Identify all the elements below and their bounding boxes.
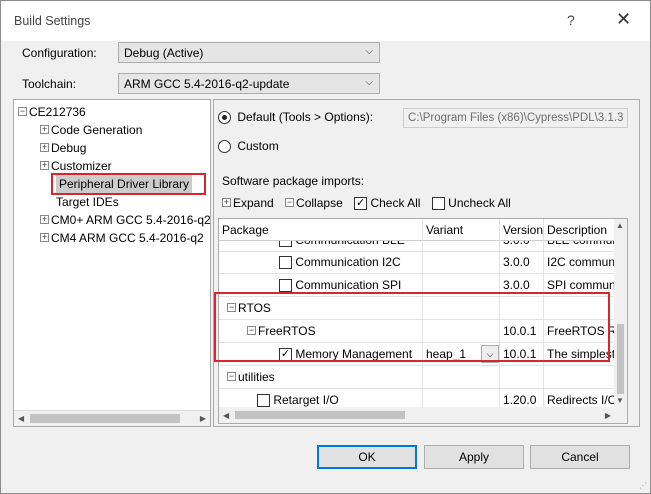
- expand-all-icon: +: [222, 197, 231, 208]
- window-title: Build Settings: [14, 14, 91, 28]
- toolchain-value: ARM GCC 5.4-2016-q2-update: [124, 77, 290, 91]
- scroll-down-icon[interactable]: ▼: [616, 396, 624, 405]
- highlight-box-rtos: [214, 292, 610, 362]
- chevron-down-icon: ⌵: [365, 77, 373, 88]
- resize-grip-icon[interactable]: ⋰: [639, 481, 647, 490]
- tree-item-code-generation[interactable]: + Code Generation: [40, 121, 142, 139]
- check-all-button[interactable]: ✓ Check All: [354, 196, 420, 211]
- scroll-thumb[interactable]: [30, 414, 180, 423]
- chevron-down-icon: ⌵: [365, 46, 373, 57]
- checked-icon: ✓: [354, 197, 368, 211]
- custom-option[interactable]: Custom: [218, 139, 279, 154]
- collapse-icon[interactable]: −: [18, 107, 27, 117]
- collapse-icon[interactable]: −: [227, 372, 236, 382]
- scroll-right-icon[interactable]: ▶: [200, 414, 206, 423]
- default-radio[interactable]: [218, 111, 231, 125]
- build-settings-window: Build Settings ? ✕ Configuration: Debug …: [0, 0, 651, 494]
- expand-button[interactable]: + Expand: [222, 196, 274, 210]
- pdl-settings-panel: Default (Tools > Options): C:\Program Fi…: [213, 99, 640, 427]
- uncheck-all-button[interactable]: Uncheck All: [431, 196, 511, 211]
- expand-icon[interactable]: +: [40, 215, 49, 225]
- table-row-utilities[interactable]: − utilities: [219, 366, 617, 389]
- close-icon[interactable]: ✕: [616, 9, 631, 30]
- expand-icon[interactable]: +: [40, 143, 49, 153]
- configuration-label: Configuration:: [22, 46, 97, 60]
- apply-button[interactable]: Apply: [424, 445, 524, 469]
- highlight-box-pdl: [51, 173, 206, 195]
- tree-item-cm4[interactable]: + CM4 ARM GCC 5.4-2016-q2: [40, 229, 204, 247]
- collapse-button[interactable]: − Collapse: [285, 196, 343, 210]
- title-bar: Build Settings ? ✕: [1, 1, 650, 41]
- toolchain-dropdown[interactable]: ARM GCC 5.4-2016-q2-update ⌵: [118, 73, 380, 94]
- expand-icon[interactable]: +: [40, 233, 49, 243]
- custom-radio[interactable]: [218, 140, 231, 154]
- scroll-right-icon[interactable]: ▶: [605, 411, 611, 420]
- tree-item-debug[interactable]: + Debug: [40, 139, 86, 157]
- scroll-thumb[interactable]: [235, 411, 405, 419]
- table-row[interactable]: Communication I2C 3.0.0 I2C commun: [219, 251, 617, 274]
- table-header-overlay: Package Variant Version Description: [219, 219, 617, 241]
- scroll-thumb[interactable]: [617, 324, 624, 394]
- toolchain-label: Toolchain:: [22, 77, 77, 91]
- settings-tree: − CE212736 + Code Generation + Debug + Custo…: [13, 99, 211, 427]
- default-label: Default (Tools > Options):: [237, 110, 374, 124]
- configuration-dropdown[interactable]: Debug (Active) ⌵: [118, 42, 380, 63]
- table-toolbar: + Expand − Collapse ✓ Check All Uncheck Al…: [222, 196, 511, 211]
- default-path-field: C:\Program Files (x86)\Cypress\PDL\3.1.3: [403, 108, 628, 128]
- custom-label: Custom: [237, 139, 279, 153]
- unchecked-icon: [431, 197, 445, 211]
- default-option[interactable]: Default (Tools > Options):: [218, 110, 374, 125]
- scroll-up-icon[interactable]: ▲: [616, 221, 624, 230]
- collapse-all-icon: −: [285, 197, 295, 208]
- unchecked-icon[interactable]: [279, 279, 292, 293]
- expand-icon[interactable]: +: [40, 161, 49, 171]
- expand-icon[interactable]: +: [40, 125, 49, 135]
- cancel-button[interactable]: Cancel: [530, 445, 630, 469]
- tree-item-target-ides[interactable]: Target IDEs: [56, 193, 119, 211]
- tree-item-cm0[interactable]: + CM0+ ARM GCC 5.4-2016-q2: [40, 211, 210, 229]
- table-horizontal-scrollbar[interactable]: ◀ ▶: [219, 407, 627, 423]
- scroll-left-icon[interactable]: ◀: [18, 414, 24, 423]
- table-vertical-scrollbar[interactable]: ▲ ▼: [614, 219, 627, 407]
- scroll-left-icon[interactable]: ◀: [223, 411, 229, 420]
- help-icon[interactable]: ?: [567, 12, 575, 28]
- unchecked-icon[interactable]: [279, 256, 292, 270]
- tree-horizontal-scrollbar[interactable]: ◀ ▶: [14, 410, 210, 426]
- configuration-value: Debug (Active): [124, 46, 204, 60]
- unchecked-icon[interactable]: [257, 394, 270, 408]
- ok-button[interactable]: OK: [317, 445, 417, 469]
- tree-root[interactable]: − CE212736: [18, 103, 86, 121]
- imports-label: Software package imports:: [222, 174, 365, 188]
